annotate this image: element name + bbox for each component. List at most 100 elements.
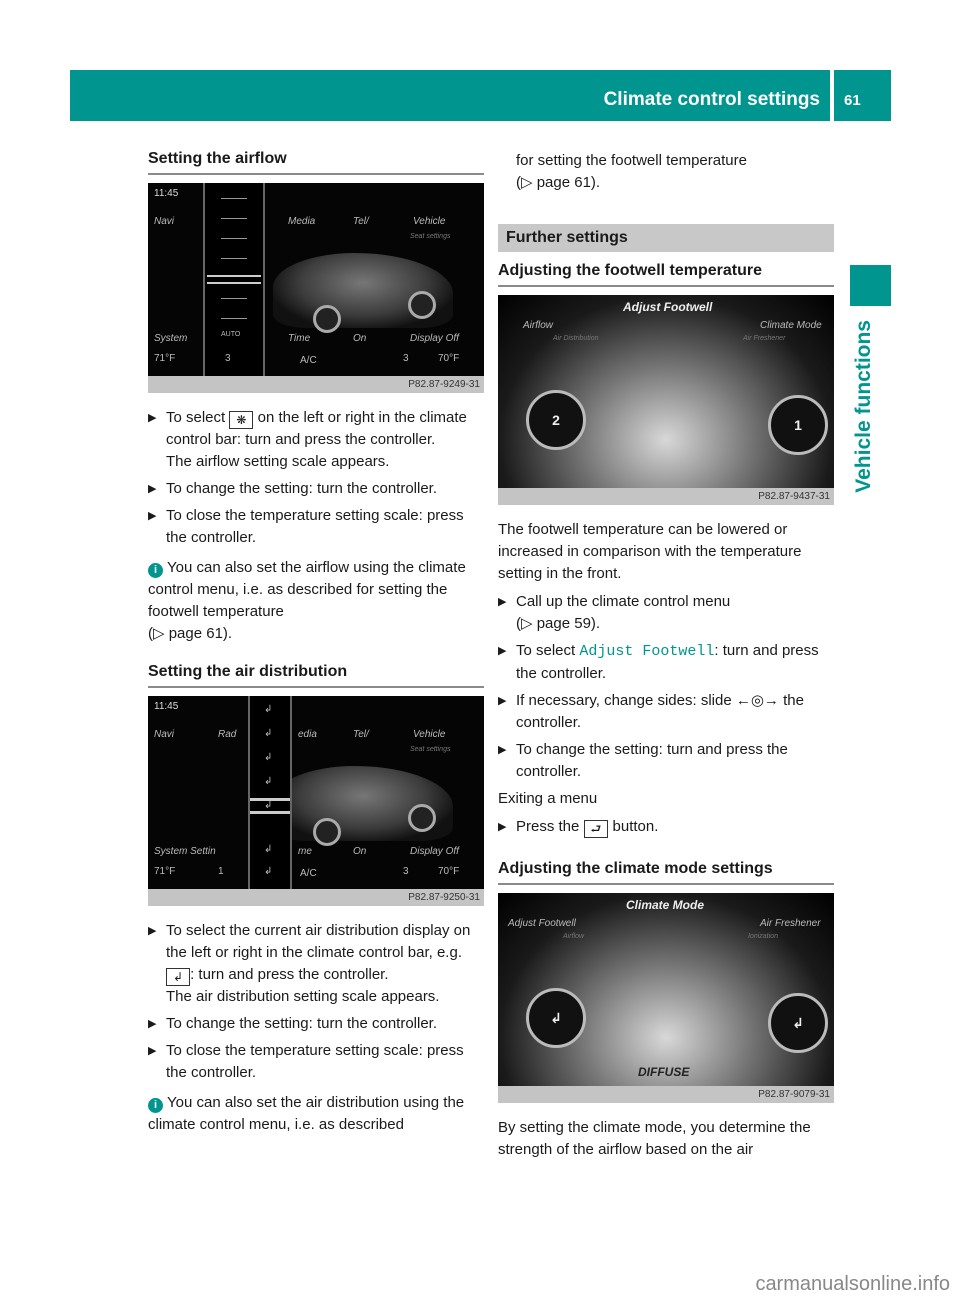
climate-mode-value: DIFFUSE bbox=[638, 1065, 690, 1079]
right-temp: 70°F bbox=[438, 353, 460, 364]
wheel bbox=[313, 818, 341, 846]
screen-time: 11:45 bbox=[154, 188, 179, 199]
screen-title: Adjust Footwell bbox=[623, 300, 713, 314]
section-title: Climate control settings bbox=[555, 70, 830, 121]
page-ref[interactable]: (▷ page 61). bbox=[516, 174, 600, 191]
info-note: i You can also set the air distribution u… bbox=[148, 1094, 465, 1133]
screen-bottom-item: On bbox=[353, 333, 367, 344]
screenshot-airflow: 11:45 Navi Media Tel/ Vehicle Seat setti… bbox=[148, 183, 484, 393]
figure-code: P82.87-9437-31 bbox=[498, 488, 834, 505]
screen-menu-item: edia bbox=[298, 729, 317, 740]
wheel bbox=[408, 804, 436, 832]
screen-bottom-item: Display Off bbox=[410, 846, 459, 857]
step: Call up the climate control menu(▷ page … bbox=[498, 591, 834, 635]
ac-label: A/C bbox=[300, 355, 317, 366]
screen-left-item: Adjust Footwell bbox=[508, 918, 576, 929]
watermark: carmanualsonline.info bbox=[755, 1273, 950, 1295]
figure-code: P82.87-9079-31 bbox=[498, 1086, 834, 1103]
chapter-tab-marker bbox=[850, 265, 891, 306]
screen-menu-item: Vehicle bbox=[413, 729, 446, 740]
exit-steps: Press the ⮐ button. bbox=[498, 816, 834, 838]
screen-right-sub: Air Freshener bbox=[743, 335, 786, 342]
step: To close the temperature setting scale: … bbox=[148, 505, 484, 549]
chapter-tab-label: Vehicle functions bbox=[852, 320, 875, 493]
footwell-steps: Call up the climate control menu(▷ page … bbox=[498, 591, 834, 783]
screen-right-item: Climate Mode bbox=[760, 320, 822, 331]
step: To select Adjust Footwell: turn and pres… bbox=[498, 640, 834, 685]
screen-left-sub: Air Distribution bbox=[553, 335, 599, 342]
page-ref[interactable]: (▷ page 61). bbox=[148, 625, 232, 642]
screen-time: 11:45 bbox=[154, 701, 179, 712]
air-distribution-scale: ↲ ↲ ↲ ↲ ↲ ↲ ↲ bbox=[248, 696, 292, 889]
figure-code: P82.87-9250-31 bbox=[148, 889, 484, 906]
screen-sub: Seat settings bbox=[410, 746, 451, 753]
heading-air-distribution: Setting the air distribution bbox=[148, 663, 484, 688]
screen-menu-item: Media bbox=[288, 216, 316, 227]
info-note: i You can also set the airflow using the … bbox=[148, 559, 466, 642]
footwell-intro: The footwell temperature can be lowered … bbox=[498, 521, 802, 582]
screen-bottom-item: me bbox=[298, 846, 312, 857]
right-temp: 70°F bbox=[438, 866, 460, 877]
heading-footwell: Adjusting the footwell temperature bbox=[498, 262, 834, 287]
screen-menu-item: Tel/ bbox=[353, 216, 369, 227]
screen-left-sub: Airflow bbox=[563, 933, 585, 940]
screen-menu-item: Rad bbox=[218, 729, 237, 740]
airflow-steps: To select ❋ on the left or right in the … bbox=[148, 407, 484, 549]
wheel bbox=[408, 291, 436, 319]
distribution-icon: ↲ bbox=[264, 800, 273, 811]
fan-level: 3 bbox=[403, 353, 409, 364]
page-ref[interactable]: (▷ page 59). bbox=[516, 615, 600, 632]
wheel bbox=[313, 305, 341, 333]
step: If necessary, change sides: slide ←◎→ th… bbox=[498, 690, 834, 734]
step: To close the temperature setting scale: … bbox=[148, 1040, 484, 1084]
dial-right: ↲ bbox=[768, 993, 828, 1053]
figure-code: P82.87-9249-31 bbox=[148, 376, 484, 393]
exit-label: Exiting a menu bbox=[498, 790, 598, 807]
left-temp: 71°F bbox=[154, 353, 176, 364]
screen-title: Climate Mode bbox=[626, 898, 705, 912]
heading-climate-mode: Adjusting the climate mode settings bbox=[498, 860, 834, 885]
screen-bottom-item: System bbox=[154, 333, 188, 344]
screen-right-item: Air Freshener bbox=[760, 918, 821, 929]
screen-bottom-item: Display Off bbox=[410, 333, 459, 344]
distribution-icon: ↲ bbox=[264, 728, 273, 739]
fan-level: 3 bbox=[225, 353, 231, 364]
heading-airflow: Setting the airflow bbox=[148, 150, 484, 175]
distribution-icon: ↲ bbox=[264, 776, 273, 787]
left-column: Setting the airflow 11:45 Navi Media Tel… bbox=[148, 150, 484, 1148]
distribution-icon: ↲ bbox=[264, 752, 273, 763]
menu-item-adjust-footwell: Adjust Footwell bbox=[579, 643, 715, 660]
screenshot-climate-mode: Climate Mode Adjust Footwell Airflow Air… bbox=[498, 893, 834, 1103]
screen-menu-item: Navi bbox=[154, 216, 175, 227]
step: To change the setting: turn the controll… bbox=[148, 1013, 484, 1035]
further-settings-bar: Further settings bbox=[498, 224, 834, 252]
back-icon: ⮐ bbox=[583, 820, 609, 838]
step: To change the setting: turn the controll… bbox=[148, 478, 484, 500]
fan-icon: ❋ bbox=[229, 411, 254, 429]
info-icon: i bbox=[148, 1098, 163, 1113]
step: To select the current air distribution d… bbox=[148, 920, 484, 1008]
screen-menu-item: Navi bbox=[154, 729, 175, 740]
screen-bottom-item: On bbox=[353, 846, 367, 857]
distribution-icon: ↲ bbox=[264, 844, 273, 855]
step: To change the setting: turn and press th… bbox=[498, 739, 834, 783]
auto-label: AUTO bbox=[221, 331, 241, 338]
right-column: for setting the footwell temperature (▷ p… bbox=[498, 150, 834, 1161]
climate-mode-text: By setting the climate mode, you determi… bbox=[498, 1119, 811, 1158]
air-distribution-steps: To select the current air distribution d… bbox=[148, 920, 484, 1084]
left-temp: 71°F bbox=[154, 866, 176, 877]
fan-level: 3 bbox=[403, 866, 409, 877]
distribution-icon: ↲ bbox=[264, 704, 273, 715]
step: Press the ⮐ button. bbox=[498, 816, 834, 838]
screenshot-air-distribution: 11:45 Navi Rad edia Tel/ Vehicle Seat se… bbox=[148, 696, 484, 906]
info-icon: i bbox=[148, 563, 163, 578]
dial-left: ↲ bbox=[526, 988, 586, 1048]
screen-menu-item: Vehicle bbox=[413, 216, 446, 227]
screen-right-sub: Ionization bbox=[748, 933, 778, 940]
screen-sub: Seat settings bbox=[410, 233, 451, 240]
airflow-scale: AUTO 3 bbox=[203, 183, 265, 376]
screen-bottom-item: Time bbox=[288, 333, 311, 344]
page-number: 61 bbox=[834, 70, 891, 121]
chapter-tab: Vehicle functions bbox=[852, 320, 892, 620]
distribution-icon: ↲ bbox=[264, 866, 273, 877]
